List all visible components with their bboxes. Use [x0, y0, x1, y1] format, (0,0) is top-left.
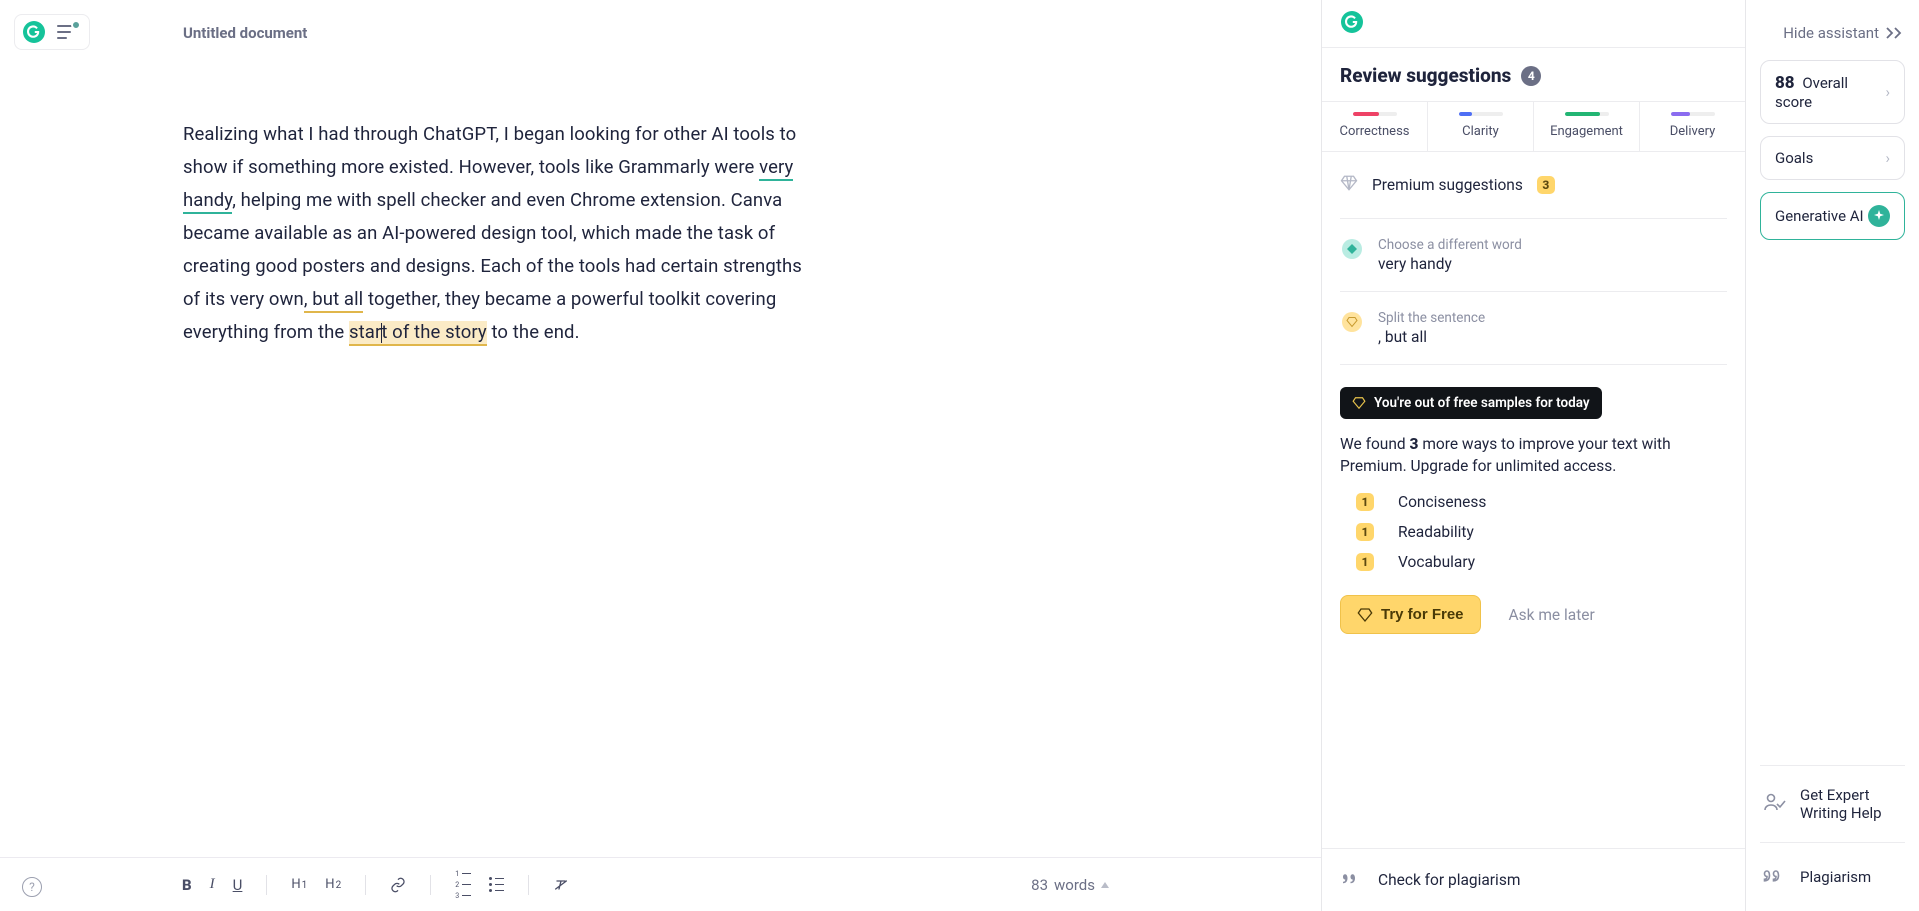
triangle-up-icon	[1101, 882, 1109, 888]
tab-delivery[interactable]: Delivery	[1640, 102, 1745, 151]
samples-exhausted-chip: You're out of free samples for today	[1340, 387, 1602, 419]
editor-pane: Untitled document Realizing what I had t…	[0, 0, 1322, 911]
suggestion-item[interactable]: Choose a different word very handy	[1340, 219, 1727, 291]
genai-label: Generative AI	[1775, 207, 1864, 225]
hide-assistant-button[interactable]: Hide assistant	[1760, 0, 1905, 60]
toolbar-separator	[266, 875, 267, 895]
upsell-message: We found 3 more ways to improve your tex…	[1340, 433, 1727, 477]
numbered-list-button[interactable]: 123	[455, 870, 471, 900]
overall-score-card[interactable]: 88 Overall score ›	[1760, 60, 1905, 124]
editor-toolbar: ? B I U H1 H2 123	[0, 857, 1321, 911]
h1-button[interactable]: H1	[291, 877, 307, 892]
toolbar-separator	[528, 875, 529, 895]
upsell-count-badge: 1	[1356, 493, 1374, 511]
doc-text-segment: Realizing what I had through ChatGPT, I …	[183, 123, 796, 178]
suggestions-title: Review suggestions	[1340, 64, 1511, 87]
category-tabs: Correctness Clarity Engagement Delivery	[1322, 101, 1745, 152]
upsell-label: Conciseness	[1398, 493, 1486, 511]
h2-button[interactable]: H2	[325, 877, 341, 892]
document-body[interactable]: Realizing what I had through ChatGPT, I …	[183, 118, 823, 349]
suggestions-panel: Review suggestions 4 Correctness Clarity…	[1322, 0, 1746, 911]
expert-help-link[interactable]: Get Expert Writing Help	[1760, 766, 1905, 842]
premium-suggestions-header[interactable]: Premium suggestions 3	[1340, 152, 1727, 218]
suggestion-text: very handy	[1378, 255, 1522, 273]
word-count[interactable]: 83 words	[1031, 876, 1109, 894]
try-button-label: Try for Free	[1381, 606, 1464, 623]
expert-line1: Get Expert	[1800, 786, 1882, 804]
suggestions-heading: Review suggestions 4	[1322, 48, 1745, 101]
premium-count-badge: 3	[1537, 176, 1555, 194]
upsell-item: 1 Vocabulary	[1356, 553, 1727, 571]
samples-chip-text: You're out of free samples for today	[1374, 395, 1590, 411]
quotes-icon	[1340, 869, 1358, 891]
generative-ai-card[interactable]: Generative AI	[1760, 192, 1905, 240]
document-canvas[interactable]: Untitled document Realizing what I had t…	[0, 0, 1321, 857]
toolbar-separator	[365, 875, 366, 895]
diamond-icon	[1342, 312, 1362, 332]
word-count-label: words	[1054, 876, 1095, 894]
outline-toggle-icon[interactable]	[57, 24, 79, 40]
suggestion-item[interactable]: Split the sentence , but all	[1340, 292, 1727, 364]
try-for-free-button[interactable]: Try for Free	[1340, 595, 1481, 634]
goals-label: Goals	[1775, 149, 1813, 167]
chevron-right-icon: ›	[1885, 149, 1890, 167]
italic-button[interactable]: I	[210, 876, 215, 893]
suggestion-text: , but all	[1378, 328, 1485, 346]
word-count-number: 83	[1031, 876, 1048, 894]
editor-top-controls	[14, 14, 90, 50]
document-title[interactable]: Untitled document	[183, 24, 823, 42]
upsell-label: Readability	[1398, 523, 1474, 541]
tab-correctness[interactable]: Correctness	[1322, 102, 1428, 151]
grammarly-logo-icon[interactable]	[1340, 10, 1364, 38]
ask-later-link[interactable]: Ask me later	[1509, 606, 1595, 624]
tab-clarity[interactable]: Clarity	[1428, 102, 1534, 151]
upsell-count-badge: 1	[1356, 523, 1374, 541]
premium-suggestions-label: Premium suggestions	[1372, 176, 1523, 194]
upsell-label: Vocabulary	[1398, 553, 1475, 571]
doc-highlight-premium[interactable]: start of the story	[349, 321, 487, 346]
sparkle-icon	[1868, 205, 1890, 227]
bold-button[interactable]: B	[182, 876, 192, 894]
diamond-icon	[1340, 174, 1358, 196]
underline-button[interactable]: U	[233, 876, 243, 894]
expert-help-icon	[1762, 790, 1786, 818]
suggestion-category-icon	[1342, 239, 1362, 259]
doc-text-segment: to the end.	[487, 321, 580, 343]
tab-engagement[interactable]: Engagement	[1534, 102, 1640, 151]
score-number: 88	[1775, 73, 1795, 93]
help-icon[interactable]: ?	[22, 877, 42, 897]
suggestion-hint: Split the sentence	[1378, 310, 1485, 326]
plagiarism-label: Plagiarism	[1800, 868, 1871, 886]
clear-format-button[interactable]	[553, 877, 569, 893]
suggestions-count-badge: 4	[1521, 66, 1541, 86]
chevron-right-icon: ›	[1885, 83, 1890, 101]
toolbar-separator	[430, 875, 431, 895]
link-button[interactable]	[390, 877, 406, 893]
quotes-icon	[1762, 863, 1786, 891]
plagiarism-label: Check for plagiarism	[1378, 871, 1520, 889]
upsell-list: 1 Conciseness 1 Readability 1 Vocabulary	[1356, 493, 1727, 571]
chevron-double-right-icon	[1885, 26, 1905, 40]
right-rail: Hide assistant 88 Overall score › Goals …	[1746, 0, 1919, 911]
check-plagiarism-row[interactable]: Check for plagiarism	[1322, 848, 1745, 911]
suggestion-hint: Choose a different word	[1378, 237, 1522, 253]
upsell-item: 1 Conciseness	[1356, 493, 1727, 511]
plagiarism-link[interactable]: Plagiarism	[1760, 843, 1905, 911]
bulleted-list-button[interactable]	[489, 877, 504, 892]
upsell-count-badge: 1	[1356, 553, 1374, 571]
doc-underline-premium[interactable]: , but all	[304, 288, 363, 313]
upsell-item: 1 Readability	[1356, 523, 1727, 541]
hide-assistant-label: Hide assistant	[1783, 24, 1879, 42]
expert-line2: Writing Help	[1800, 804, 1882, 822]
goals-card[interactable]: Goals ›	[1760, 136, 1905, 180]
grammarly-logo-icon[interactable]	[21, 19, 47, 45]
